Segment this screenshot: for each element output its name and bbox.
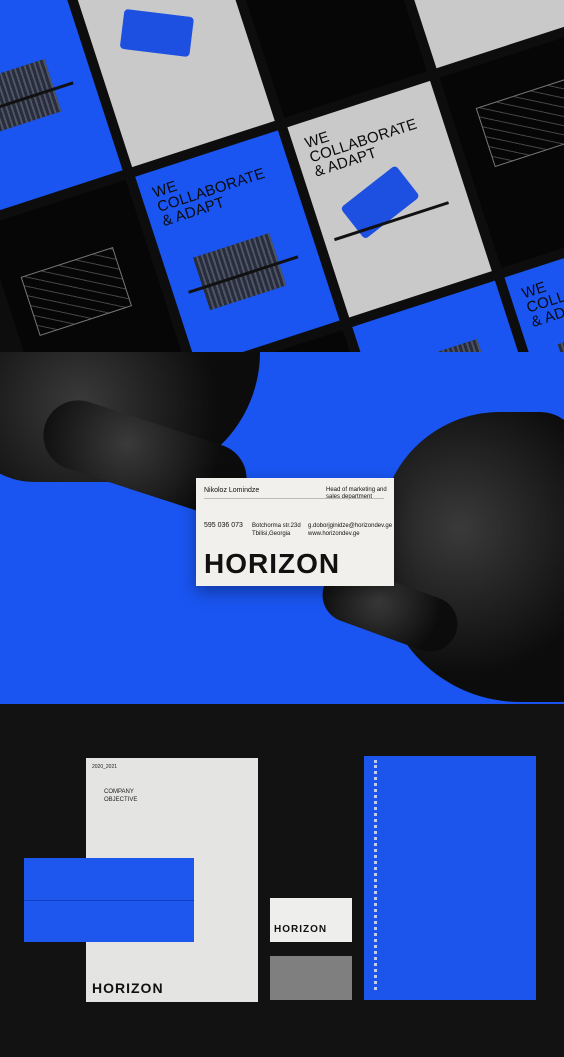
letterhead-heading-line1: COMPANY [104, 789, 134, 795]
letterhead-heading-line2: OBJECTIVE [104, 797, 138, 803]
right-hand [380, 412, 564, 702]
card-logo: HORIZON [204, 548, 341, 579]
business-card: Nikoloz Lomindze Head of marketing and s… [196, 478, 394, 586]
poster-headline: WECOLLABORATE& ADAPT [520, 248, 564, 331]
card-contact: g.doborjginidze@horizondev.ge www.horizon… [308, 522, 392, 538]
card-address: Botchorma str.23d Tbilisi,Georgia [252, 522, 301, 538]
small-card-back [270, 956, 352, 1000]
blue-tape-photo [119, 8, 195, 58]
building-photo [401, 338, 495, 352]
card-name: Nikoloz Lomindze [204, 487, 260, 494]
card-phone: 595 036 073 [204, 522, 243, 529]
small-business-card: HORIZON [270, 898, 352, 942]
card-email: g.doborjginidze@horizondev.ge [308, 523, 393, 529]
letterhead-logo: HORIZON [92, 980, 164, 996]
building-photo [557, 319, 564, 352]
wireframe-building [475, 78, 564, 168]
blue-envelope [24, 858, 194, 942]
folder-stitch [374, 760, 395, 990]
card-divider [204, 498, 384, 499]
poster-wall-section: WE COLLABORATE & ADAPT WE COLLABORATE & ADAP… [0, 0, 564, 352]
wireframe-building [20, 247, 133, 336]
building-photo [193, 233, 287, 311]
poster-headline: WECOLLABORATE& ADAPT [151, 147, 285, 230]
poster-headline: WECOLLABORATE& ADAPT [303, 98, 437, 181]
card-address-line2: Tbilisi,Georgia [252, 531, 291, 537]
small-card-logo: HORIZON [274, 924, 328, 935]
envelope-flap [24, 900, 194, 901]
blue-tape-photo [340, 164, 421, 240]
letterhead-heading: COMPANY OBJECTIVE [104, 788, 137, 804]
card-address-line1: Botchorma str.23d [252, 523, 301, 529]
poster-grid: WE COLLABORATE & ADAPT WE COLLABORATE & ADAP… [0, 0, 564, 352]
card-website: www.horizondev.ge [308, 531, 360, 537]
letterhead-year: 2020_2021 [92, 764, 118, 770]
